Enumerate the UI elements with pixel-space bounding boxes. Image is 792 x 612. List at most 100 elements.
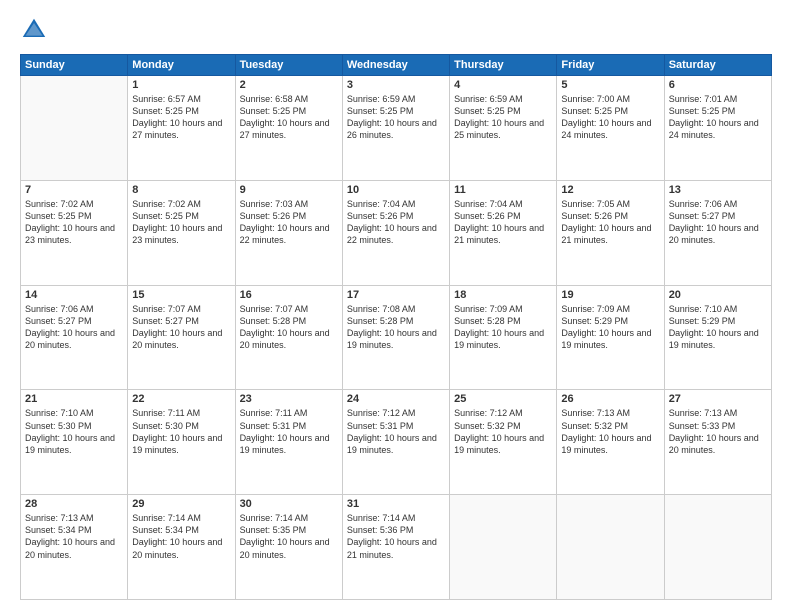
day-number: 29 [132, 498, 230, 510]
header [20, 16, 772, 44]
calendar-cell: 11 Sunrise: 7:04 AM Sunset: 5:26 PM Dayli… [450, 180, 557, 285]
day-info: Sunrise: 6:58 AM Sunset: 5:25 PM Dayligh… [240, 93, 338, 142]
calendar-cell: 2 Sunrise: 6:58 AM Sunset: 5:25 PM Daylig… [235, 76, 342, 181]
day-info: Sunrise: 6:59 AM Sunset: 5:25 PM Dayligh… [347, 93, 445, 142]
week-row-1: 1 Sunrise: 6:57 AM Sunset: 5:25 PM Daylig… [21, 76, 772, 181]
day-number: 30 [240, 498, 338, 510]
day-number: 13 [669, 184, 767, 196]
logo-icon [20, 16, 48, 44]
calendar-cell: 25Sunrise: 7:12 AM Sunset: 5:32 PM Dayli… [450, 390, 557, 495]
day-number: 25 [454, 393, 552, 405]
day-number: 21 [25, 393, 123, 405]
calendar-cell: 19 Sunrise: 7:09 AM Sunset: 5:29 PM Dayli… [557, 285, 664, 390]
week-row-3: 14 Sunrise: 7:06 AM Sunset: 5:27 PM Dayli… [21, 285, 772, 390]
calendar-cell: 13Sunrise: 7:06 AM Sunset: 5:27 PM Dayli… [664, 180, 771, 285]
logo [20, 16, 50, 44]
calendar-cell: 27 Sunrise: 7:13 AM Sunset: 5:33 PM Dayli… [664, 390, 771, 495]
day-info: Sunrise: 7:09 AM Sunset: 5:28 PM Dayligh… [454, 303, 552, 352]
calendar-cell: 8 Sunrise: 7:02 AM Sunset: 5:25 PM Daylig… [128, 180, 235, 285]
day-info: Sunrise: 7:02 AM Sunset: 5:25 PM Dayligh… [25, 198, 123, 247]
weekday-header-row: SundayMondayTuesdayWednesdayThursdayFrid… [21, 55, 772, 76]
day-number: 24 [347, 393, 445, 405]
day-number: 9 [240, 184, 338, 196]
day-info: Sunrise: 7:06 AM Sunset: 5:27 PM Dayligh… [25, 303, 123, 352]
calendar-cell: 3 Sunrise: 6:59 AM Sunset: 5:25 PM Daylig… [342, 76, 449, 181]
day-info: Sunrise: 7:11 AM Sunset: 5:31 PM Dayligh… [240, 407, 338, 456]
calendar-cell: 10Sunrise: 7:04 AM Sunset: 5:26 PM Dayli… [342, 180, 449, 285]
calendar-cell: 12 Sunrise: 7:05 AM Sunset: 5:26 PM Dayli… [557, 180, 664, 285]
calendar-cell: 24 Sunrise: 7:12 AM Sunset: 5:31 PM Dayli… [342, 390, 449, 495]
day-info: Sunrise: 7:09 AM Sunset: 5:29 PM Dayligh… [561, 303, 659, 352]
day-info: Sunrise: 7:00 AM Sunset: 5:25 PM Dayligh… [561, 93, 659, 142]
calendar-cell: 15 Sunrise: 7:07 AM Sunset: 5:27 PM Dayli… [128, 285, 235, 390]
week-row-5: 28 Sunrise: 7:13 AM Sunset: 5:34 PM Dayli… [21, 495, 772, 600]
calendar-cell: 17 Sunrise: 7:08 AM Sunset: 5:28 PM Dayli… [342, 285, 449, 390]
day-number: 23 [240, 393, 338, 405]
week-row-4: 21Sunrise: 7:10 AM Sunset: 5:30 PM Dayli… [21, 390, 772, 495]
day-number: 19 [561, 289, 659, 301]
day-number: 27 [669, 393, 767, 405]
calendar-cell: 14 Sunrise: 7:06 AM Sunset: 5:27 PM Dayli… [21, 285, 128, 390]
calendar-cell: 26Sunrise: 7:13 AM Sunset: 5:32 PM Dayli… [557, 390, 664, 495]
calendar-cell: 28 Sunrise: 7:13 AM Sunset: 5:34 PM Dayli… [21, 495, 128, 600]
day-info: Sunrise: 7:04 AM Sunset: 5:26 PM Dayligh… [347, 198, 445, 247]
day-number: 2 [240, 79, 338, 91]
day-number: 6 [669, 79, 767, 91]
day-info: Sunrise: 7:02 AM Sunset: 5:25 PM Dayligh… [132, 198, 230, 247]
day-number: 28 [25, 498, 123, 510]
day-number: 26 [561, 393, 659, 405]
day-number: 18 [454, 289, 552, 301]
week-row-2: 7 Sunrise: 7:02 AM Sunset: 5:25 PM Daylig… [21, 180, 772, 285]
day-info: Sunrise: 6:59 AM Sunset: 5:25 PM Dayligh… [454, 93, 552, 142]
day-number: 5 [561, 79, 659, 91]
page: SundayMondayTuesdayWednesdayThursdayFrid… [0, 0, 792, 612]
day-number: 14 [25, 289, 123, 301]
weekday-header-wednesday: Wednesday [342, 55, 449, 76]
calendar-cell: 20 Sunrise: 7:10 AM Sunset: 5:29 PM Dayli… [664, 285, 771, 390]
day-info: Sunrise: 7:08 AM Sunset: 5:28 PM Dayligh… [347, 303, 445, 352]
day-info: Sunrise: 7:10 AM Sunset: 5:29 PM Dayligh… [669, 303, 767, 352]
calendar-cell: 21Sunrise: 7:10 AM Sunset: 5:30 PM Dayli… [21, 390, 128, 495]
day-info: Sunrise: 7:14 AM Sunset: 5:34 PM Dayligh… [132, 512, 230, 561]
calendar-cell: 7 Sunrise: 7:02 AM Sunset: 5:25 PM Daylig… [21, 180, 128, 285]
calendar-cell: 18 Sunrise: 7:09 AM Sunset: 5:28 PM Dayli… [450, 285, 557, 390]
weekday-header-monday: Monday [128, 55, 235, 76]
day-number: 12 [561, 184, 659, 196]
day-info: Sunrise: 7:13 AM Sunset: 5:34 PM Dayligh… [25, 512, 123, 561]
day-number: 15 [132, 289, 230, 301]
calendar-cell: 6Sunrise: 7:01 AM Sunset: 5:25 PM Daylig… [664, 76, 771, 181]
calendar-cell: 4 Sunrise: 6:59 AM Sunset: 5:25 PM Daylig… [450, 76, 557, 181]
calendar-cell [557, 495, 664, 600]
calendar-cell: 5 Sunrise: 7:00 AM Sunset: 5:25 PM Daylig… [557, 76, 664, 181]
weekday-header-saturday: Saturday [664, 55, 771, 76]
day-number: 17 [347, 289, 445, 301]
day-info: Sunrise: 7:14 AM Sunset: 5:35 PM Dayligh… [240, 512, 338, 561]
day-info: Sunrise: 7:12 AM Sunset: 5:31 PM Dayligh… [347, 407, 445, 456]
day-number: 8 [132, 184, 230, 196]
day-number: 4 [454, 79, 552, 91]
day-info: Sunrise: 7:13 AM Sunset: 5:33 PM Dayligh… [669, 407, 767, 456]
day-info: Sunrise: 7:03 AM Sunset: 5:26 PM Dayligh… [240, 198, 338, 247]
day-number: 11 [454, 184, 552, 196]
day-info: Sunrise: 7:05 AM Sunset: 5:26 PM Dayligh… [561, 198, 659, 247]
calendar-cell: 1 Sunrise: 6:57 AM Sunset: 5:25 PM Daylig… [128, 76, 235, 181]
calendar-cell: 23 Sunrise: 7:11 AM Sunset: 5:31 PM Dayli… [235, 390, 342, 495]
weekday-header-sunday: Sunday [21, 55, 128, 76]
weekday-header-tuesday: Tuesday [235, 55, 342, 76]
calendar-cell [21, 76, 128, 181]
day-info: Sunrise: 6:57 AM Sunset: 5:25 PM Dayligh… [132, 93, 230, 142]
calendar-cell [450, 495, 557, 600]
day-number: 31 [347, 498, 445, 510]
calendar-cell [664, 495, 771, 600]
day-info: Sunrise: 7:04 AM Sunset: 5:26 PM Dayligh… [454, 198, 552, 247]
day-number: 20 [669, 289, 767, 301]
day-info: Sunrise: 7:11 AM Sunset: 5:30 PM Dayligh… [132, 407, 230, 456]
calendar-cell: 29 Sunrise: 7:14 AM Sunset: 5:34 PM Dayli… [128, 495, 235, 600]
day-number: 3 [347, 79, 445, 91]
calendar-table: SundayMondayTuesdayWednesdayThursdayFrid… [20, 54, 772, 600]
weekday-header-thursday: Thursday [450, 55, 557, 76]
day-info: Sunrise: 7:07 AM Sunset: 5:27 PM Dayligh… [132, 303, 230, 352]
day-number: 1 [132, 79, 230, 91]
day-number: 7 [25, 184, 123, 196]
calendar-cell: 30 Sunrise: 7:14 AM Sunset: 5:35 PM Dayli… [235, 495, 342, 600]
